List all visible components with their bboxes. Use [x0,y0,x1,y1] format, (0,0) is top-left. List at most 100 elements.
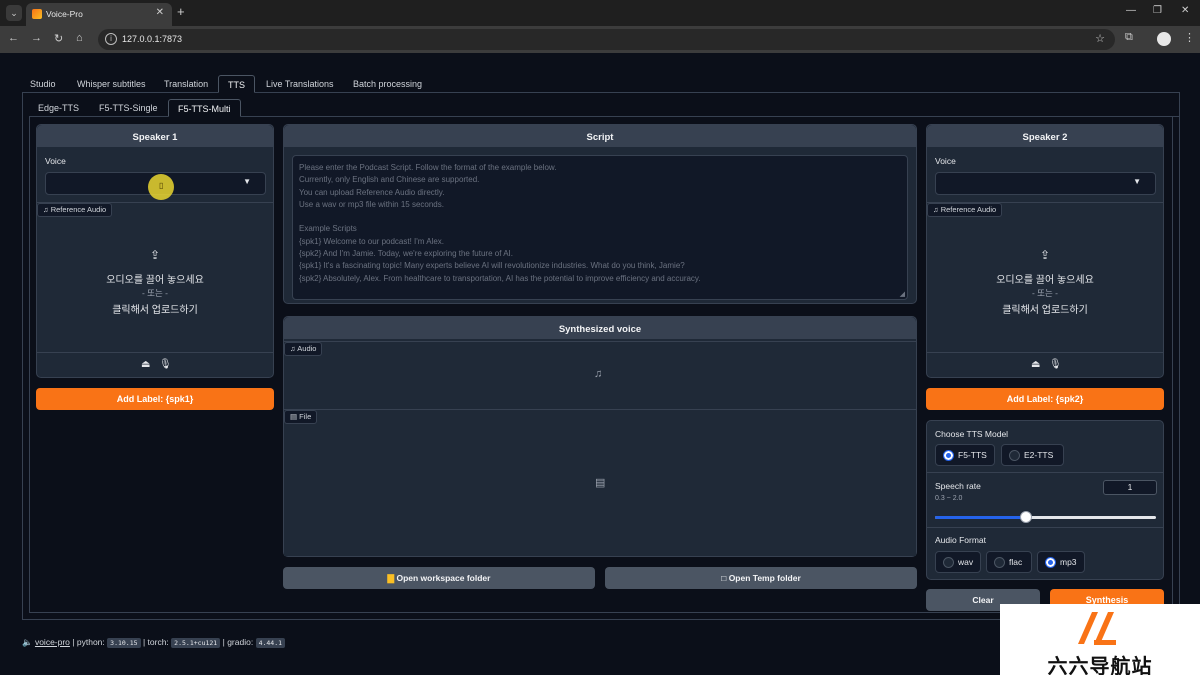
tab-translation[interactable]: Translation [164,75,208,93]
speech-rate-input[interactable]: 1 [1103,480,1157,495]
file-icon: ▤ [595,477,606,489]
speaker2-upload-drop-text: 오디오를 끌어 놓으세요 [996,275,1094,286]
url-text[interactable]: 127.0.0.1:7873 [122,34,182,44]
speaker2-block: Speaker 2 Voice ▼ ♫ Reference Audio ⇪ 오디… [926,124,1164,378]
tab-whisper-subtitles[interactable]: Whisper subtitles [77,75,146,93]
divider [927,527,1163,528]
radio-mp3[interactable]: mp3 [1037,551,1085,573]
tab-edge-tts[interactable]: Edge-TTS [38,99,79,117]
close-tab-icon[interactable]: ✕ [156,7,164,18]
script-placeholder-line: Please enter the Podcast Script. Follow … [299,163,557,172]
back-icon[interactable]: ← [8,32,19,44]
extensions-icon[interactable]: ⧉ [1125,31,1133,44]
address-bar[interactable]: i 127.0.0.1:7873 ☆ [98,29,1115,50]
add-label-spk1-button[interactable]: Add Label: {spk1} [36,388,274,410]
slider-fill [935,516,1026,519]
browser-tab-title: Voice-Pro [46,9,83,19]
voice-pro-link[interactable]: voice-pro [35,637,70,647]
gradio-version: 4.44.1 [255,638,286,648]
synth-file-output: ▤ File ▤ [284,409,916,556]
profile-avatar[interactable] [1157,32,1171,46]
speech-rate-range: 0.3 ~ 2.0 [935,495,963,502]
tab-f5-tts-single[interactable]: F5-TTS-Single [99,99,158,117]
tab-tts[interactable]: TTS [218,75,255,93]
divider [927,352,1163,353]
speech-rate-slider[interactable] [935,511,1156,523]
python-label: python: [76,637,105,647]
tab-studio[interactable]: Studio [30,75,56,93]
divider [927,472,1163,473]
browser-toolbar: ← → ↻ ⌂ i 127.0.0.1:7873 ☆ ⧉ ⋮ [0,26,1200,53]
open-workspace-folder-button[interactable]: ▇ Open workspace folder [283,567,595,589]
watermark-logo [1078,612,1116,645]
bookmark-star-icon[interactable]: ☆ [1095,32,1105,45]
tab-batch-processing[interactable]: Batch processing [353,75,422,93]
mouse-cursor-highlight: ▯ [148,174,174,200]
microphone-icon[interactable]: 🎙 [1049,359,1062,370]
script-placeholder-line: {spk2} And I'm Jamie. Today, we're explo… [299,249,513,259]
script-placeholder-line [299,211,901,223]
upload-file-icon[interactable]: ⏏ [141,359,150,370]
file-icon: ▤ [290,412,300,421]
gradio-label: gradio: [227,637,254,647]
speaker1-reference-audio[interactable]: ♫ Reference Audio ⇪ 오디오를 끌어 놓으세요 - 또는 - … [37,202,273,352]
add-label-spk2-button[interactable]: Add Label: {spk2} [926,388,1164,410]
speaker1-upload-or-text: - 또는 - [141,288,169,298]
speaker2-voice-label: Voice [935,156,956,166]
speech-rate-label: Speech rate [935,481,981,491]
python-version: 3.10.15 [107,638,141,648]
folder-icon: □ [721,573,729,583]
microphone-icon[interactable]: 🎙 [159,359,172,370]
tab-search-icon[interactable]: ⌄ [6,5,22,21]
browser-tabstrip: ⌄ Voice-Pro ✕ + — ❐ ✕ [0,0,1200,26]
torch-version: 2.5.1+cu121 [171,638,221,648]
synthesized-voice-block: Synthesized voice ♫ Audio ♫ ▤ File ▤ [283,316,917,557]
browser-tab[interactable]: Voice-Pro ✕ [26,3,172,26]
divider [37,352,273,353]
new-tab-icon[interactable]: + [177,4,185,19]
resize-grip-icon[interactable]: ◢ [900,290,905,298]
script-placeholder-line: Use a wav or mp3 file within 15 seconds. [299,199,444,209]
restore-icon[interactable]: ❐ [1153,5,1162,16]
radio-e2-tts[interactable]: E2-TTS [1001,444,1064,466]
browser-menu-icon[interactable]: ⋮ [1184,31,1195,44]
synth-audio-output: ♫ Audio ♫ [284,341,916,409]
window-close-icon[interactable]: ✕ [1181,5,1189,16]
script-placeholder-line: Currently, only English and Chinese are … [299,175,480,185]
script-placeholder-line: {spk1} Welcome to our podcast! I'm Alex. [299,236,445,246]
music-note-icon: ♫ [933,205,941,214]
tab-f5-tts-multi[interactable]: F5-TTS-Multi [168,99,241,117]
upload-icon: ⇪ [1039,248,1051,262]
choose-tts-model-label: Choose TTS Model [935,429,1009,439]
script-block: Script Please enter the Podcast Script. … [283,124,917,304]
speaker2-reference-audio[interactable]: ♫ Reference Audio ⇪ 오디오를 끌어 놓으세요 - 또는 - … [927,202,1163,352]
radio-flac[interactable]: flac [986,551,1032,573]
synth-file-label: ▤ File [284,410,318,424]
radio-wav[interactable]: wav [935,551,981,573]
site-info-icon[interactable]: i [105,33,117,45]
home-icon[interactable]: ⌂ [76,32,83,44]
tts-settings-block: Choose TTS Model F5-TTS E2-TTS Speech ra… [926,420,1164,580]
speaker1-title: Speaker 1 [37,125,273,147]
script-placeholder-line: You can upload Reference Audio directly. [299,187,445,197]
speaker1-audio-label: ♫ Reference Audio [37,203,113,217]
speaker1-upload-click-text: 클릭해서 업로드하기 [112,305,198,316]
speaker1-upload-drop-text: 오디오를 끌어 놓으세요 [106,275,204,286]
watermark-text: 六六导航站 [1047,656,1153,675]
script-title: Script [284,125,916,147]
slider-thumb[interactable] [1020,511,1032,523]
tab-live-translations[interactable]: Live Translations [266,75,334,93]
music-note-icon: ♫ [43,205,51,214]
reload-icon[interactable]: ↻ [54,32,63,45]
sub-tabs: Edge-TTS F5-TTS-Single F5-TTS-Multi [29,99,1179,117]
script-textarea[interactable]: Please enter the Podcast Script. Follow … [292,155,908,300]
speaker-icon: 🔈 [22,637,35,647]
speaker2-voice-dropdown[interactable]: ▼ [935,172,1156,195]
script-placeholder-line: {spk2} Absolutely, Alex. From healthcare… [299,273,701,283]
minimize-icon[interactable]: — [1126,5,1136,16]
chevron-down-icon: ▼ [1133,177,1141,186]
forward-icon[interactable]: → [31,32,42,44]
upload-file-icon[interactable]: ⏏ [1031,359,1040,370]
radio-f5-tts[interactable]: F5-TTS [935,444,995,466]
open-temp-folder-button[interactable]: □ Open Temp folder [605,567,917,589]
